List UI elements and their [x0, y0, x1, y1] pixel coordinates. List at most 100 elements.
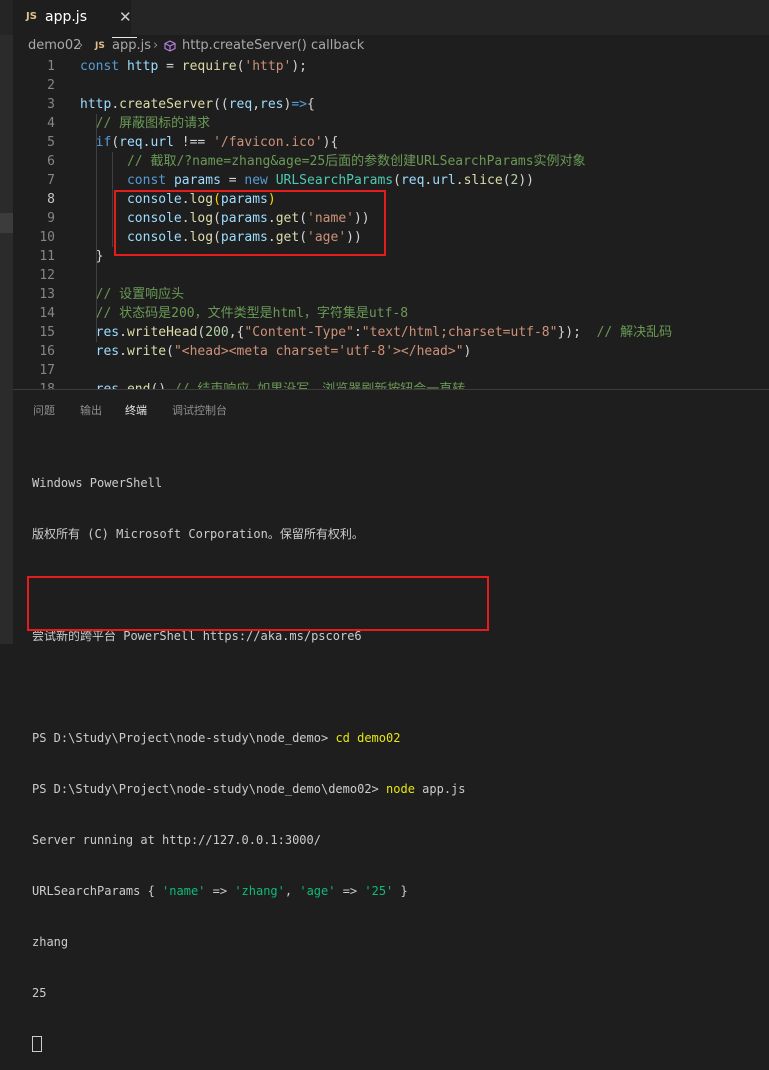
terminal-output[interactable]: Windows PowerShell 版权所有 (C) Microsoft Co… — [32, 441, 762, 1070]
code-token: // 结束响应,如果没写，浏览器刷新按钮会一直转 — [174, 382, 465, 389]
terminal-line: URLSearchParams { 'name' => 'zhang', 'ag… — [32, 883, 762, 900]
code-token: 'http' — [244, 59, 292, 74]
editor-tab-bar: JS app.js ✕ — [0, 0, 769, 35]
line-number: 9 — [47, 211, 55, 226]
usp-arrow: => — [335, 884, 365, 898]
code-text: const http = require('http'); — [80, 57, 307, 76]
usp-value: 'zhang' — [234, 884, 285, 898]
code-token: http — [126, 59, 159, 74]
breadcrumb-symbol[interactable]: http.createServer() callback — [182, 38, 364, 53]
usp-arrow: => — [205, 884, 235, 898]
tab-debug-console[interactable]: 调试控制台 — [172, 402, 227, 418]
tab-app-js[interactable]: JS app.js ✕ — [13, 0, 132, 35]
line-number: 16 — [39, 344, 55, 359]
code-token: . — [119, 325, 127, 340]
code-line[interactable]: 15 res.writeHead(200,{"Content-Type":"te… — [13, 323, 769, 342]
usp-key: 'name' — [162, 884, 206, 898]
usp-sep: , — [284, 884, 300, 898]
code-token: '/favicon.ico' — [213, 135, 323, 150]
highlight-box-terminal-output — [27, 576, 489, 631]
terminal-cursor — [32, 1036, 42, 1052]
code-token: = — [220, 173, 245, 188]
code-text: // 状态码是200，文件类型是html，字符集是utf-8 — [80, 304, 408, 323]
terminal-line: zhang — [32, 935, 69, 949]
code-token: // 屏蔽图标的请求 — [80, 116, 211, 131]
close-icon[interactable]: ✕ — [119, 8, 132, 26]
code-token: res — [260, 97, 284, 112]
usp-value: '25' — [364, 884, 394, 898]
js-file-icon: JS — [95, 41, 105, 51]
code-token: const — [80, 59, 127, 74]
code-line[interactable]: 17 — [13, 361, 769, 380]
code-line[interactable]: 7 const params = new URLSearchParams(req… — [13, 171, 769, 190]
code-text: if(req.url !== '/favicon.ico'){ — [80, 133, 339, 152]
code-token: ( — [502, 173, 511, 188]
chevron-right-icon: › — [153, 38, 159, 53]
code-line[interactable]: 2 — [13, 76, 769, 95]
code-token: new — [244, 173, 276, 188]
code-token: url — [432, 173, 456, 188]
terminal-command: node — [386, 782, 415, 796]
code-line[interactable]: 6 // 截取/?name=zhang&age=25后面的参数创建URLSear… — [13, 152, 769, 171]
code-token: // 解决乱码 — [596, 325, 673, 340]
breadcrumb-folder[interactable]: demo02 — [28, 38, 81, 53]
code-line[interactable]: 18 res.end() // 结束响应,如果没写，浏览器刷新按钮会一直转 — [13, 380, 769, 389]
code-token: 200 — [205, 325, 229, 340]
line-number: 10 — [39, 230, 55, 245]
code-line[interactable]: 13 // 设置响应头 — [13, 285, 769, 304]
terminal-line: Windows PowerShell — [32, 476, 163, 490]
code-token: http — [80, 97, 112, 112]
breadcrumb-file[interactable]: app.js — [112, 38, 151, 53]
indent-guide — [112, 152, 113, 247]
code-token: "text/html;charset=utf-8" — [361, 325, 558, 340]
code-token: !== — [173, 135, 214, 150]
code-token: end — [127, 382, 150, 389]
code-token: const — [126, 173, 174, 188]
code-text: } — [80, 247, 104, 266]
line-number: 14 — [39, 306, 55, 321]
tab-terminal[interactable]: 终端 — [125, 402, 147, 418]
terminal-line: PS D:\Study\Project\node-study\node_demo… — [32, 730, 762, 747]
code-line[interactable]: 12 — [13, 266, 769, 285]
code-token: ,{ — [228, 325, 245, 340]
terminal-prompt: PS D:\Study\Project\node-study\node_demo… — [32, 782, 387, 796]
code-line[interactable]: 4 // 屏蔽图标的请求 — [13, 114, 769, 133]
code-line[interactable]: 3 http.createServer((req,res)=>{ — [13, 95, 769, 114]
code-token: res — [96, 382, 119, 389]
indent-guide — [96, 114, 97, 342]
code-token: = — [158, 59, 182, 74]
tab-label: app.js — [45, 9, 87, 25]
code-line[interactable]: 14 // 状态码是200，文件类型是html，字符集是utf-8 — [13, 304, 769, 323]
tab-problems[interactable]: 问题 — [33, 402, 55, 418]
code-text: const params = new URLSearchParams(req.u… — [80, 171, 534, 190]
code-token: require — [181, 59, 237, 74]
code-token: . — [119, 344, 127, 359]
line-number: 7 — [47, 173, 55, 188]
line-number: 13 — [39, 287, 55, 302]
line-number: 5 — [47, 135, 55, 150]
code-token: req — [119, 135, 143, 150]
tab-output[interactable]: 输出 — [80, 402, 102, 418]
js-file-icon: JS — [26, 11, 37, 22]
code-token: (( — [213, 97, 229, 112]
terminal-prompt: PS D:\Study\Project\node-study\node_demo… — [32, 731, 336, 745]
code-token: => — [291, 97, 307, 112]
code-line[interactable]: 1 const http = require('http'); — [13, 57, 769, 76]
line-number: 8 — [47, 192, 55, 207]
terminal-command: cd demo02 — [335, 731, 401, 745]
code-editor[interactable]: 18 res.end() // 结束响应,如果没写，浏览器刷新按钮会一直转171… — [13, 57, 769, 389]
activity-strip — [0, 35, 13, 644]
code-line[interactable]: 16 res.write("<head><meta charset='utf-8… — [13, 342, 769, 361]
code-token: "<head><meta charset='utf-8'></head>" — [173, 344, 464, 359]
terminal-line: Server running at http://127.0.0.1:3000/ — [32, 833, 321, 847]
code-token: ( — [393, 173, 401, 188]
code-line[interactable]: 5 if(req.url !== '/favicon.ico'){ — [13, 133, 769, 152]
terminal-line: 版权所有 (C) Microsoft Corporation。保留所有权利。 — [32, 527, 364, 541]
code-text: res.write("<head><meta charset='utf-8'><… — [80, 342, 472, 361]
line-number: 11 — [39, 249, 55, 264]
